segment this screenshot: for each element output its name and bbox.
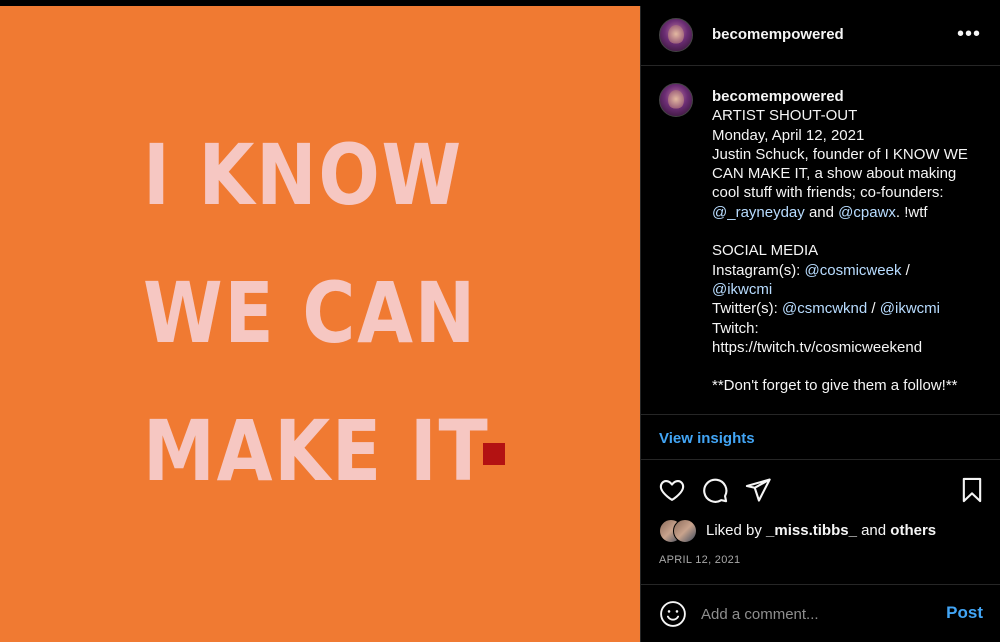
profile-avatar[interactable] [659,18,693,52]
caption-line: CAN MAKE IT, a show about making [712,165,957,183]
caption-line: Monday, April 12, 2021 [712,126,865,144]
caption-fragment: and [804,203,839,221]
image-line-3: MAKE IT [143,402,490,500]
likes-others-link[interactable]: others [890,522,936,539]
mention-link[interactable]: @cosmicweek [805,262,902,279]
caption-line: SOCIAL MEDIA [712,242,819,260]
comment-input[interactable] [701,603,931,625]
liker-username[interactable]: _miss.tibbs_ [766,522,857,539]
caption-line: ARTIST SHOUT-OUT [712,107,858,125]
liked-by-and: and [856,522,891,539]
mention-link[interactable]: @csmcwknd [782,300,867,317]
heart-icon[interactable] [658,476,686,504]
comment-icon[interactable] [701,476,729,504]
mention-link[interactable]: @cpawx [838,204,896,221]
liked-by-prefix: Liked by [706,522,767,539]
liker-avatar [673,519,697,543]
post-comment-button[interactable]: Post [946,603,983,623]
post-header: becomempowered ••• [641,6,1000,66]
liker-avatars[interactable] [659,518,703,544]
mention-link[interactable]: @ikwcmi [712,281,772,298]
caption-line: https://twitch.tv/cosmicweekend [712,338,923,356]
mention-link[interactable]: @ikwcmi [880,300,940,317]
bookmark-icon[interactable] [958,476,986,504]
view-insights-link[interactable]: View insights [659,430,755,447]
mention-link[interactable]: @_rayneyday [712,204,805,221]
caption-avatar[interactable] [659,83,693,117]
image-line-2: WE CAN [143,264,477,362]
share-icon[interactable] [744,476,772,504]
caption-line: Twitch: [712,319,759,337]
liked-by-text: Liked by _miss.tibbs_ and others [706,522,936,539]
image-line-1: I KNOW [143,126,463,224]
likes-row: Liked by _miss.tibbs_ and others [659,518,989,544]
post-image[interactable]: I KNOW WE CAN MAKE IT [0,6,640,642]
post-date[interactable]: APRIL 12, 2021 [659,554,740,566]
caption-fragment: Twitter(s): [712,300,782,318]
divider [641,459,1000,460]
caption-line: Twitter(s): @csmcwknd / @ikwcmi [712,299,987,318]
caption-line: cool stuff with friends; co-founders: [712,184,944,202]
caption-fragment: . !wtf [895,203,928,221]
caption-fragment: / [867,300,880,318]
more-horizontal-icon[interactable]: ••• [957,23,981,46]
caption-fragment: / [901,261,910,279]
caption-fragment: Instagram(s): [712,261,805,279]
emoji-icon[interactable] [659,600,687,628]
caption-username[interactable]: becomempowered [712,87,987,106]
red-square-accent [483,443,505,465]
caption-line: Instagram(s): @cosmicweek / [712,261,987,280]
caption-text: becomempowered ARTIST SHOUT-OUT Monday, … [712,87,987,396]
post-details-panel: becomempowered ••• becomempowered ARTIST… [640,6,1000,642]
caption-line: @ikwcmi [712,280,987,299]
post-actions [641,472,1000,508]
caption-line: **Don't forget to give them a follow!** [712,377,958,395]
caption-line: @_rayneyday and @cpawx. !wtf [712,203,987,222]
caption-line: Justin Schuck, founder of I KNOW WE [712,145,968,163]
caption-section: becomempowered ARTIST SHOUT-OUT Monday, … [641,67,1000,415]
comment-bar: Post [641,585,1000,642]
header-username[interactable]: becomempowered [712,26,844,43]
